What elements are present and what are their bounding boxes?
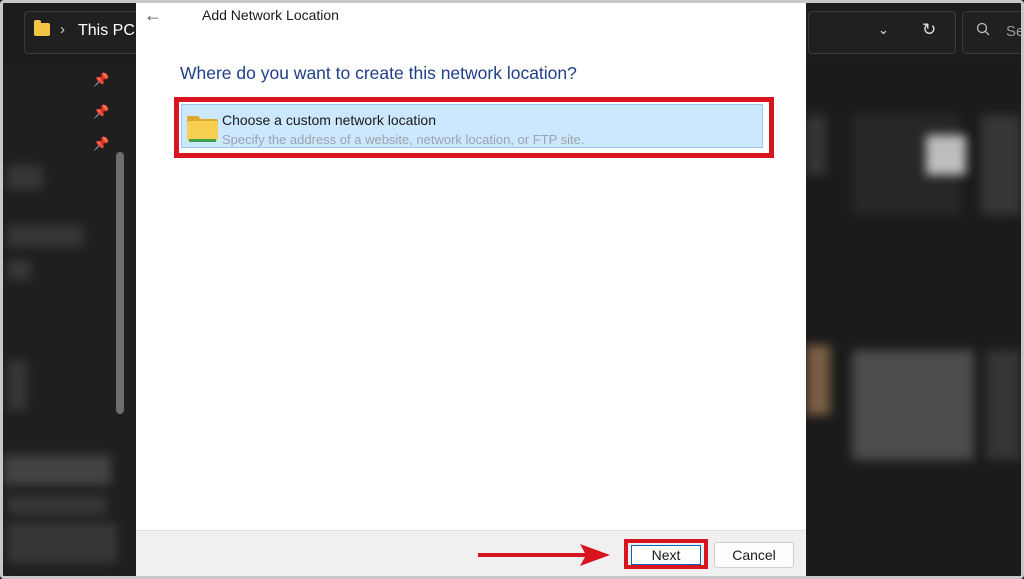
pin-icon[interactable]: 📌 [93, 136, 109, 152]
search-icon[interactable] [976, 22, 990, 36]
folder-icon [34, 20, 50, 36]
blurred-nav-item [7, 225, 83, 247]
blurred-thumbnail [806, 345, 830, 415]
add-network-location-dialog: ← Add Network Location Where do you want… [136, 3, 806, 576]
dialog-title: Add Network Location [202, 7, 339, 23]
cancel-button[interactable]: Cancel [714, 542, 794, 568]
choose-custom-network-location-option[interactable]: Choose a custom network location Specify… [181, 104, 763, 148]
folder-icon [187, 116, 218, 142]
blurred-nav-item [7, 260, 31, 280]
annotation-arrow-icon [478, 544, 610, 566]
dialog-heading: Where do you want to create this network… [180, 63, 577, 83]
option-description: Specify the address of a website, networ… [222, 132, 585, 147]
navigation-scrollbar[interactable] [116, 152, 124, 414]
address-bar-location[interactable]: This PC [78, 22, 135, 40]
blurred-thumbnail [926, 135, 966, 175]
blurred-nav-item [3, 455, 111, 485]
pin-icon[interactable]: 📌 [93, 72, 109, 88]
option-title: Choose a custom network location [222, 112, 436, 128]
search-placeholder[interactable]: Se [1006, 23, 1024, 40]
blurred-thumbnail [986, 350, 1021, 460]
blurred-nav-item [7, 360, 27, 410]
blurred-thumbnail [806, 115, 826, 175]
next-button[interactable]: Next [631, 545, 701, 565]
back-arrow-icon[interactable]: ← [144, 5, 162, 26]
pin-icon[interactable]: 📌 [93, 104, 109, 120]
blurred-thumbnail [981, 115, 1021, 215]
refresh-icon[interactable]: ↻ [922, 20, 936, 40]
chevron-right-icon[interactable]: › [60, 21, 65, 38]
blurred-nav-item [7, 495, 107, 515]
file-content-area [806, 65, 1021, 576]
chevron-down-icon[interactable]: ⌄ [878, 22, 889, 38]
blurred-thumbnail [852, 350, 974, 460]
blurred-nav-item [7, 165, 43, 189]
dialog-footer: Next Cancel [136, 530, 806, 576]
blurred-nav-item [7, 523, 117, 563]
